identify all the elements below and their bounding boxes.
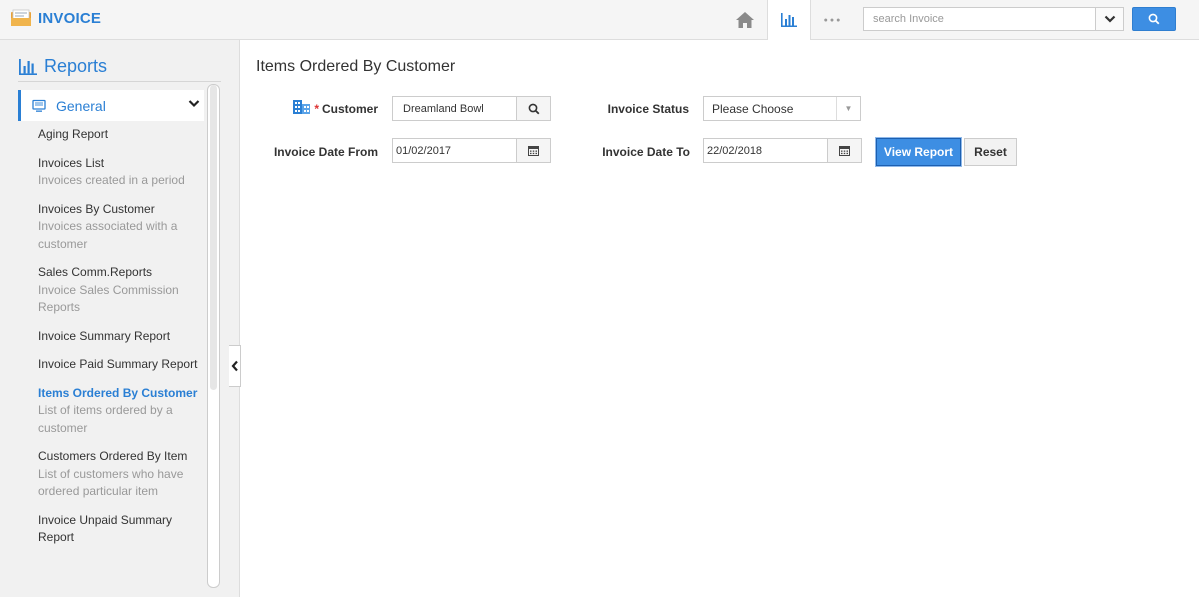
sidebar-item-invoice-paid-summary-report[interactable]: Invoice Paid Summary Report: [38, 356, 198, 374]
sidebar-item-invoice-summary-report[interactable]: Invoice Summary Report: [38, 328, 198, 346]
home-icon: [736, 12, 754, 28]
sidebar-item-label: Items Ordered By Customer: [38, 385, 198, 400]
sidebar-item-description: Invoices created in a period: [38, 173, 185, 187]
date-to-picker-button[interactable]: [827, 138, 862, 163]
caret-down-icon: ▼: [836, 97, 860, 120]
customer-label-text: Customer: [321, 102, 378, 116]
sidebar-item-label: Invoice Summary Report: [38, 328, 171, 343]
more-options-button[interactable]: ●●●: [818, 0, 848, 40]
invoice-status-select[interactable]: Please Choose ▼: [703, 96, 861, 121]
invoice-date-from-label: Invoice Date From: [273, 145, 378, 159]
report-nav-list: Aging Report Invoices List Invoices crea…: [38, 126, 198, 558]
top-bar: INVOICE ●●●: [0, 0, 1199, 40]
sidebar-group-label: General: [56, 97, 106, 114]
search-filter-dropdown[interactable]: [1096, 7, 1124, 31]
invoice-status-label: Invoice Status: [607, 102, 689, 116]
sidebar-item-aging-report[interactable]: Aging Report: [38, 126, 198, 144]
more-dots-icon: ●●●: [823, 16, 843, 24]
sidebar-item-sales-comm-reports[interactable]: Sales Comm.Reports Invoice Sales Commiss…: [38, 264, 198, 317]
calendar-icon: [528, 146, 539, 156]
sidebar-item-label: Invoices List: [38, 155, 105, 170]
reset-button[interactable]: Reset: [964, 138, 1017, 166]
customer-input[interactable]: [392, 96, 517, 121]
page-title: Items Ordered By Customer: [256, 58, 456, 75]
sidebar-item-label: Sales Comm.Reports: [38, 265, 153, 279]
invoice-date-to-label: Invoice Date To: [602, 145, 690, 159]
sidebar-item-label: Invoice Unpaid Summary Report: [38, 512, 173, 545]
monitor-icon: [32, 99, 46, 112]
search-button[interactable]: [1132, 7, 1176, 31]
customer-search-button[interactable]: [516, 96, 551, 121]
collapse-sidebar-button[interactable]: [229, 345, 241, 387]
chevron-down-icon: [188, 100, 200, 108]
sidebar-item-invoices-by-customer[interactable]: Invoices By Customer Invoices associated…: [38, 201, 198, 254]
search-input[interactable]: [863, 7, 1096, 31]
reports-nav-button[interactable]: [767, 0, 811, 40]
calendar-icon: [839, 146, 850, 156]
sidebar-item-customers-ordered-by-item[interactable]: Customers Ordered By Item List of custom…: [38, 448, 198, 501]
bar-chart-icon: [19, 58, 37, 75]
app-title: INVOICE: [38, 9, 102, 27]
invoice-app-icon: [11, 9, 31, 26]
sidebar-section-title: Reports: [44, 56, 108, 76]
chevron-left-icon: [231, 360, 238, 372]
sidebar-item-description: Invoice Sales Commission Reports: [38, 282, 179, 315]
app-brand[interactable]: INVOICE: [10, 9, 101, 27]
search-icon: [1148, 13, 1160, 25]
search-icon: [528, 103, 539, 114]
sidebar-item-description: List of items ordered by a customer: [38, 403, 173, 435]
chevron-down-icon: [1104, 15, 1115, 23]
sidebar-item-invoices-list[interactable]: Invoices List Invoices created in a peri…: [38, 155, 198, 190]
sidebar-scrollbar[interactable]: [207, 84, 220, 588]
sidebar-item-invoice-unpaid-summary-report[interactable]: Invoice Unpaid Summary Report: [38, 512, 198, 547]
customer-label: * Customer: [312, 102, 378, 116]
sidebar: Reports General Aging Report Invoices Li…: [0, 40, 240, 597]
view-report-button[interactable]: View Report: [876, 138, 961, 166]
sidebar-item-label: Invoices By Customer: [38, 201, 155, 216]
date-from-picker-button[interactable]: [516, 138, 551, 163]
sidebar-item-description: Invoices associated with a customer: [38, 219, 178, 251]
sidebar-item-label: Invoice Paid Summary Report: [38, 357, 198, 371]
scrollbar-thumb[interactable]: [210, 85, 217, 390]
sidebar-section-header: Reports: [18, 52, 221, 82]
sidebar-item-label: Customers Ordered By Item: [38, 449, 188, 463]
invoice-status-value: Please Choose: [712, 101, 794, 116]
bar-chart-icon: [781, 13, 797, 27]
sidebar-item-items-ordered-by-customer[interactable]: Items Ordered By Customer List of items …: [38, 385, 198, 438]
sidebar-item-label: Aging Report: [38, 127, 109, 141]
invoice-date-to-input[interactable]: [703, 138, 828, 163]
home-button[interactable]: [730, 0, 760, 40]
sidebar-group-general[interactable]: General: [18, 90, 204, 121]
required-marker: *: [314, 102, 319, 116]
sidebar-item-description: List of customers who have ordered parti…: [38, 466, 184, 499]
invoice-date-from-input[interactable]: [392, 138, 517, 163]
building-icon: [293, 100, 310, 114]
